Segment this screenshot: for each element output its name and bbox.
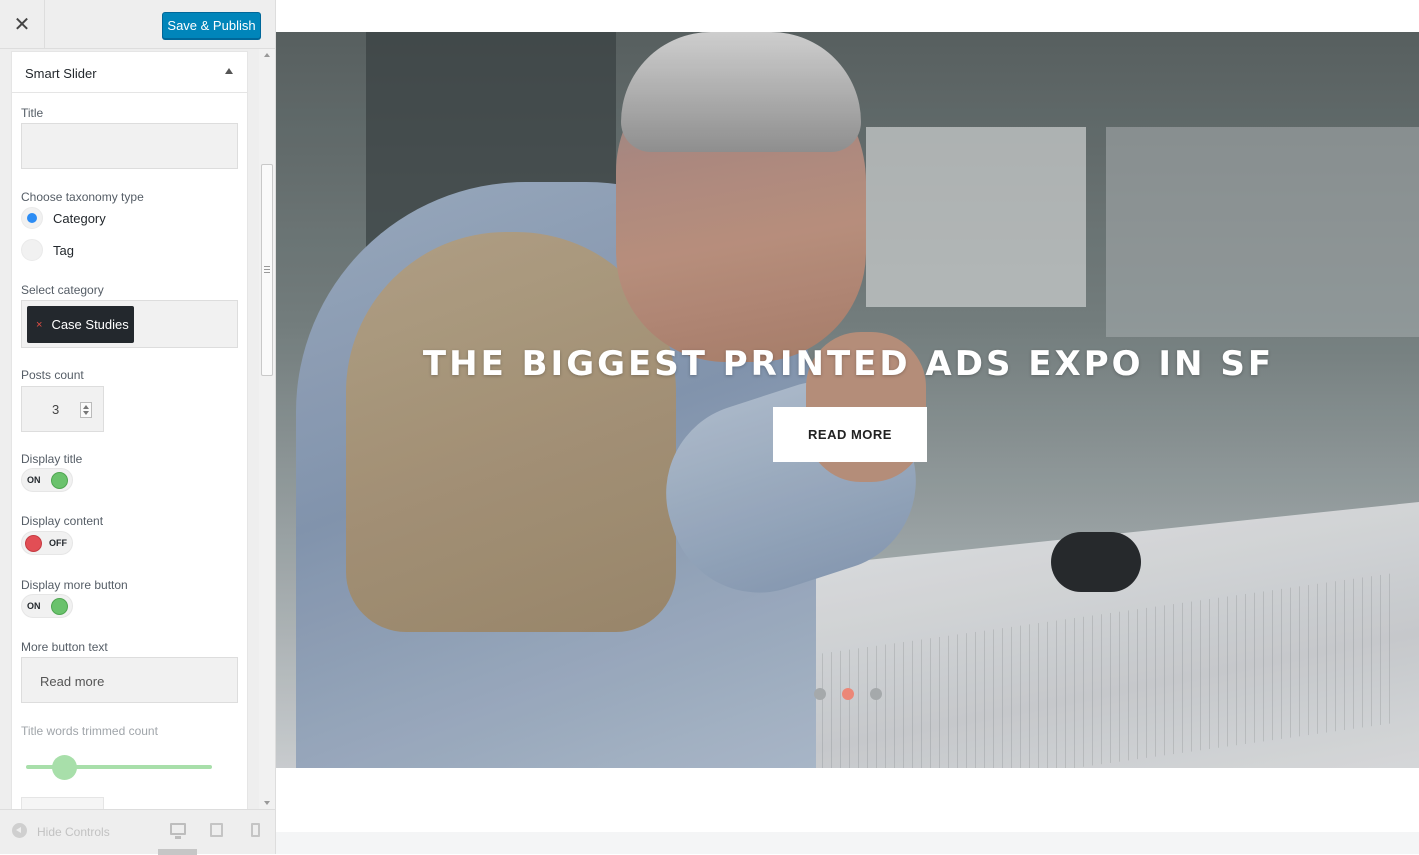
display-title-label: Display title [21,452,83,466]
radio-category[interactable] [21,207,43,229]
title-trim-label: Title words trimmed count [21,724,158,738]
collapse-arrow-icon[interactable] [225,68,233,74]
selected-category-chip: × Case Studies [27,306,134,343]
toggle-knob [51,598,68,615]
remove-chip-icon[interactable]: × [36,319,42,331]
display-content-label: Display content [21,514,104,528]
stepper-arrows-icon[interactable] [80,402,92,418]
grip-icon [264,266,270,273]
save-publish-button[interactable]: Save & Publish [162,12,261,39]
content-strip [276,832,1419,854]
radio-category-label[interactable]: Category [53,211,106,226]
taxonomy-type-label: Choose taxonomy type [21,190,144,204]
radio-tag[interactable] [21,239,43,261]
scroll-down-icon[interactable] [264,801,270,805]
controls-scroll-area: Smart Slider Title Choose taxonomy type … [0,49,275,809]
display-title-toggle[interactable]: ON [21,468,73,492]
more-button-text-input[interactable]: Read more [21,657,238,703]
collapse-sidebar-icon[interactable] [12,823,27,838]
display-content-toggle[interactable]: OFF [21,531,73,555]
stepper-down-icon[interactable] [83,411,89,415]
title-input[interactable] [21,123,238,169]
hero-slide: THE BIGGEST PRINTED ADS EXPO IN SF READ … [276,32,1419,768]
site-preview: THE BIGGEST PRINTED ADS EXPO IN SF READ … [276,0,1419,854]
title-trim-slider-handle[interactable] [52,755,77,780]
slider-dot[interactable] [814,688,826,700]
toggle-knob [25,535,42,552]
read-more-button[interactable]: READ MORE [773,407,927,462]
posts-count-value[interactable]: 3 [52,402,59,417]
more-button-text-value: Read more [40,674,105,689]
customizer-sidebar: ✕ Save & Publish Smart Slider Title Choo… [0,0,276,855]
tablet-preview-icon[interactable] [210,823,223,837]
mobile-preview-icon[interactable] [251,823,260,837]
slider-dot-active[interactable] [842,688,854,700]
posts-count-label: Posts count [21,368,84,382]
hero-overlay [276,32,1419,768]
more-button-text-label: More button text [21,640,108,654]
slide-title: THE BIGGEST PRINTED ADS EXPO IN SF [422,344,1275,384]
category-select[interactable]: × Case Studies [21,300,238,348]
display-more-button-label: Display more button [21,578,128,592]
toggle-state-text: OFF [49,538,67,548]
close-icon[interactable]: ✕ [0,0,45,49]
scroll-up-icon[interactable] [264,53,270,57]
hide-controls-button[interactable]: Hide Controls [37,825,110,839]
toggle-state-text: ON [27,601,41,611]
active-device-indicator [158,849,197,855]
toggle-state-text: ON [27,475,41,485]
posts-count-stepper[interactable]: 3 [21,386,104,432]
section-title: Smart Slider [25,66,97,81]
display-more-button-toggle[interactable]: ON [21,594,73,618]
title-label: Title [21,106,44,120]
radio-tag-label[interactable]: Tag [53,243,74,258]
customizer-header: ✕ Save & Publish [0,0,275,49]
scrollbar-thumb[interactable] [261,164,273,376]
slider-dot[interactable] [870,688,882,700]
title-trim-input[interactable] [21,797,104,809]
desktop-preview-icon[interactable] [170,823,186,839]
chip-label: Case Studies [51,317,129,332]
section-header[interactable]: Smart Slider [12,52,247,93]
select-category-label: Select category [21,283,104,297]
toggle-knob [51,472,68,489]
stepper-up-icon[interactable] [83,405,89,409]
sidebar-scrollbar[interactable] [259,49,275,809]
customizer-footer: Hide Controls [0,809,275,855]
smart-slider-section: Smart Slider Title Choose taxonomy type … [11,51,248,809]
